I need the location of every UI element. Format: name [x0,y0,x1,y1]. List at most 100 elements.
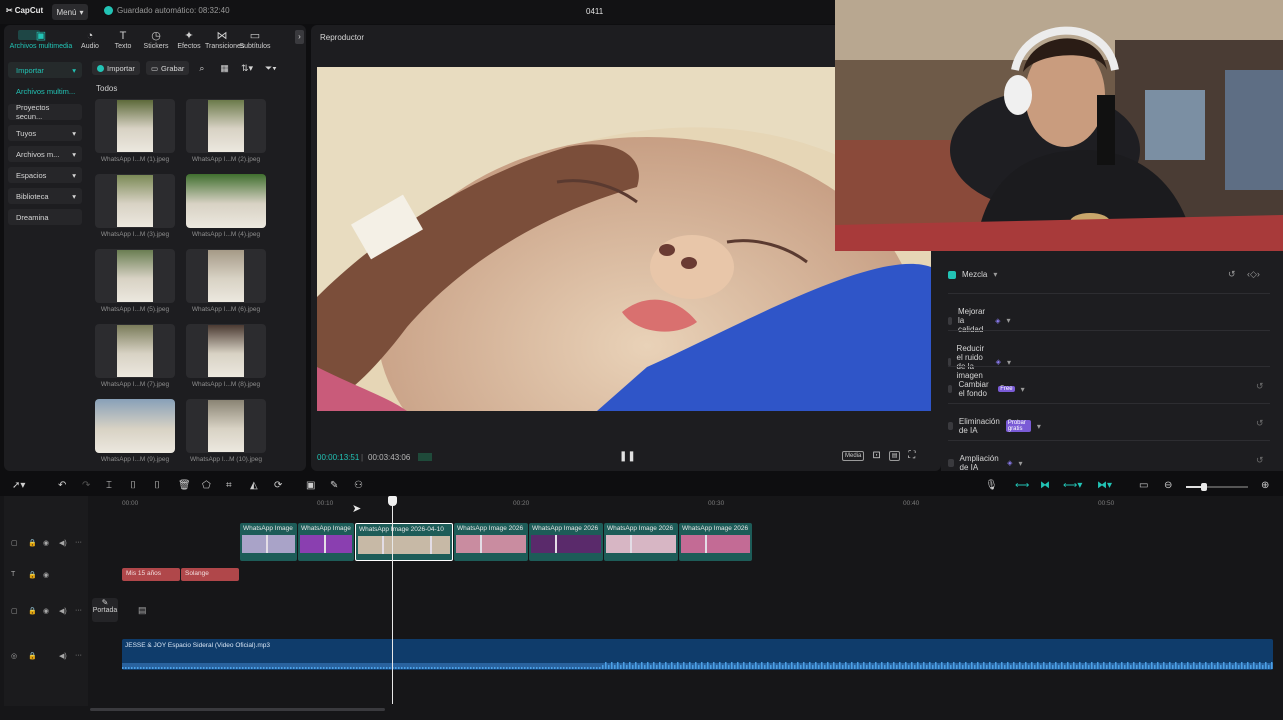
horizontal-scrollbar[interactable] [90,708,385,711]
reset-icon[interactable]: ↺ [1228,269,1236,280]
playhead-handle[interactable] [388,496,397,506]
zoom-out-icon[interactable]: ⊖ [1164,480,1172,491]
sidebar-item[interactable]: Biblioteca ▾ [8,188,82,204]
cover-button[interactable]: ✎ Portada [92,598,118,622]
property-checkbox[interactable] [948,459,954,467]
reset-icon[interactable]: ↺ [1256,381,1264,392]
record-button[interactable]: ▭ Grabar [145,61,190,75]
search-icon[interactable]: ⌕ [199,63,204,74]
media-item[interactable]: WhatsApp I...M (5).jpeg [94,249,176,313]
tabs-scroll-right-icon[interactable]: › [295,30,304,44]
tab-audio[interactable]: ◔ Audio [73,30,107,50]
keyframe-icon[interactable]: ‹◇› [1247,269,1260,280]
video-clip[interactable]: WhatsApp Image [240,523,297,561]
media-item[interactable]: WhatsApp I...M (4).jpeg [185,174,267,238]
video-clip[interactable]: WhatsApp Image [298,523,354,561]
person-icon[interactable]: ⚇ [354,480,363,491]
snap-icon[interactable]: ⧓ [1040,480,1050,491]
grid-view-icon[interactable]: ▦ [220,63,229,74]
tab-subtitles[interactable]: ▭ Subtítulos [238,30,272,50]
zoom-in-icon[interactable]: ⊕ [1261,480,1269,491]
media-item[interactable]: WhatsApp I...M (1).jpeg [94,99,176,163]
sidebar-item[interactable]: Importar ▾ [8,62,82,78]
property-checkbox[interactable] [948,270,956,279]
property-checkbox[interactable] [948,385,953,393]
delete-icon[interactable]: 🗑 [178,480,191,491]
property-5[interactable]: Ampliación de IA ◈ ▾ [948,454,1023,472]
preview-axis-icon[interactable]: ⧓▾ [1097,480,1112,491]
mask-icon[interactable]: ⬠ [202,480,211,491]
playhead[interactable] [392,498,393,704]
caption-icon[interactable]: ▭ [1139,480,1148,491]
lock-icon[interactable]: 🔒 [28,539,37,547]
zoom-slider-handle[interactable] [1201,483,1207,491]
lock-icon[interactable]: 🔒 [28,571,37,579]
eye-icon[interactable]: ◉ [43,571,49,579]
volume-icon[interactable]: ◀) [59,539,67,547]
mirror-icon[interactable]: ◭ [250,480,258,491]
media-item[interactable]: WhatsApp I...M (6).jpeg [185,249,267,313]
property-0[interactable]: Mezcla ▾ [948,270,997,279]
text-clip[interactable]: Solange [181,568,239,581]
sidebar-item[interactable]: Tuyos ▾ [8,125,82,141]
video-clip[interactable]: WhatsApp Image 2026 [529,523,603,561]
video-clip[interactable]: WhatsApp Image 2026-04-10 [355,523,453,561]
pause-button[interactable]: ❚❚ [619,451,636,462]
sidebar-item[interactable]: Archivos m... ▾ [8,146,82,162]
tab-transitions[interactable]: ⋈ Transiciones [205,30,244,50]
fullscreen-icon[interactable]: ⛶ [908,450,915,461]
split-icon[interactable]: ⌶ [106,480,112,491]
video-clip[interactable]: WhatsApp Image 2026 [604,523,678,561]
sidebar-item[interactable]: Archivos multim... [8,83,82,99]
text-clip[interactable]: Mis 15 años [122,568,180,581]
volume-icon[interactable]: ◀) [59,607,67,615]
magic-icon[interactable]: ✎ [330,480,338,491]
link-clips-icon[interactable]: ⟷▾ [1063,480,1082,491]
media-item[interactable]: WhatsApp I...M (9).jpeg [94,399,176,463]
eye-icon[interactable]: ◉ [43,539,49,547]
sort-icon[interactable]: ⇅▾ [241,63,253,74]
more-icon[interactable]: ··· [75,652,82,659]
media-item[interactable]: WhatsApp I...M (8).jpeg [185,324,267,388]
tab-effects[interactable]: ✦ Efectos [172,30,206,50]
property-checkbox[interactable] [948,316,952,325]
zoom-fit-icon[interactable]: ⊡ [872,450,880,461]
tab-sticker[interactable]: ◷ Stickers [139,30,173,50]
select-tool-icon[interactable]: ➚▾ [12,480,25,491]
freeze-icon[interactable]: ▣ [306,480,315,491]
video-clip[interactable]: WhatsApp Image 2026 [454,523,528,561]
reset-icon[interactable]: ↺ [1256,455,1264,466]
video-clip[interactable]: WhatsApp Image 2026 [679,523,752,561]
import-button[interactable]: Importar [92,61,140,75]
undo-icon[interactable]: ↶ [58,480,66,491]
filter-icon[interactable]: ⏷▾ [265,63,277,74]
sidebar-item[interactable]: Dreamina [8,209,82,225]
split-right-icon[interactable]: ⌷ [154,480,160,491]
media-item[interactable]: WhatsApp I...M (3).jpeg [94,174,176,238]
microphone-icon[interactable]: 🎙 [985,480,998,491]
audio-clip[interactable] [122,639,1273,670]
lock-icon[interactable]: 🔒 [28,652,37,660]
tab-text[interactable]: T Texto [106,30,140,50]
quality-icon[interactable]: ▤ [888,450,901,461]
crop-icon[interactable]: ⌗ [226,480,232,491]
property-2[interactable]: Reducir el ruido de la imagen◈▾ [948,344,1011,380]
menu-button[interactable]: Menú ▾ [52,4,88,20]
more-icon[interactable]: ··· [75,539,82,546]
sidebar-item[interactable]: Proyectos secun... [8,103,82,121]
lock-icon[interactable]: 🔒 [28,607,37,615]
media-item[interactable]: WhatsApp I...M (2).jpeg [185,99,267,163]
split-left-icon[interactable]: ⌷ [130,480,136,491]
link-main-track-icon[interactable]: ⟷ [1015,480,1029,491]
property-4[interactable]: Eliminación de IA Probar gratis ▾ [948,417,1041,435]
property-3[interactable]: Cambiar el fondo Free ▾ [948,380,1025,398]
media-item[interactable]: WhatsApp I...M (10).jpeg [185,399,267,463]
rotate-icon[interactable]: ⟳ [274,480,282,491]
more-icon[interactable]: ··· [75,607,82,614]
redo-icon[interactable]: ↷ [82,480,90,491]
eye-icon[interactable]: ◉ [43,607,49,615]
reset-icon[interactable]: ↺ [1256,418,1264,429]
volume-icon[interactable]: ◀) [59,652,67,660]
media-item[interactable]: WhatsApp I...M (7).jpeg [94,324,176,388]
property-checkbox[interactable] [948,422,953,430]
